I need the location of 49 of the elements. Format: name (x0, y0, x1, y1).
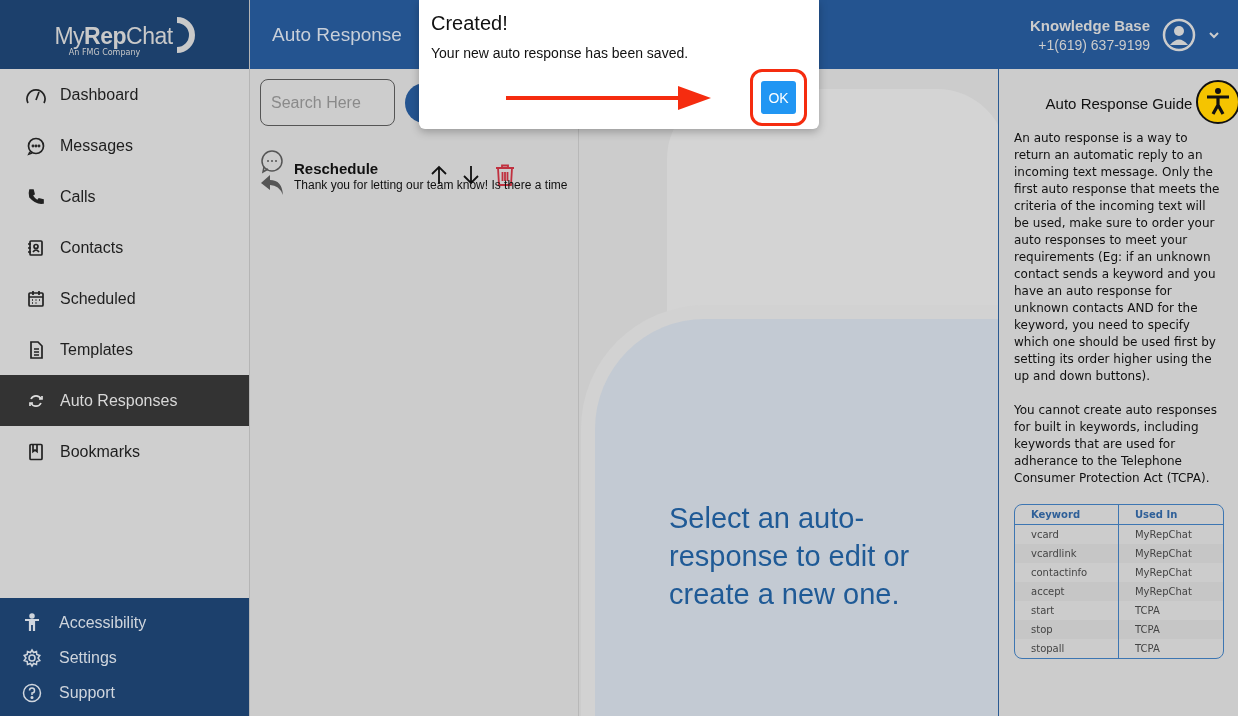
table-cell-text: start (1030, 604, 1056, 618)
book-icon (26, 441, 46, 462)
dialog-title: Created! (431, 12, 509, 35)
table-cell-text: contactinfo (1030, 566, 1089, 580)
account-phone: +1(619) 637-9199 (1038, 36, 1150, 53)
account-name: Knowledge Base (1029, 16, 1150, 34)
table-cell: TCPA (1118, 639, 1223, 658)
response-name[interactable]: Reschedule (294, 159, 379, 177)
phone-icon (26, 186, 46, 207)
sidebar-item[interactable]: Auto Responses (0, 375, 249, 426)
chevron-down-icon[interactable] (1208, 30, 1220, 39)
settings-icon (22, 648, 42, 668)
sidebar-item[interactable]: Messages (0, 120, 249, 171)
sidebar-footer-item[interactable]: Support (0, 680, 249, 706)
sidebar-item[interactable]: Calls (0, 171, 249, 222)
table-cell-text: stopall (1030, 642, 1066, 656)
chat-bubble-icon (260, 150, 284, 174)
help-icon (22, 683, 42, 703)
table-cell: MyRepChat (1118, 582, 1223, 601)
table-cell: stop (1015, 620, 1118, 639)
calendar-icon (26, 288, 46, 309)
empty-state-message: Select an auto-response to edit or create a new one. (669, 501, 911, 612)
sidebar-item[interactable]: Templates (0, 324, 249, 375)
chat-icon (26, 135, 46, 156)
brand-logo: MyRepChat An FMG Company (0, 0, 249, 69)
table-cell: TCPA (1118, 620, 1223, 639)
sidebar-footer-item[interactable]: Accessibility (0, 610, 249, 636)
sidebar-item[interactable]: Scheduled (0, 273, 249, 324)
accessibility-icon[interactable] (1196, 80, 1238, 124)
table-cell: MyRepChat (1118, 544, 1223, 563)
search-field[interactable]: Search Here (260, 79, 395, 126)
sidebar-item[interactable]: Contacts (0, 222, 249, 273)
table-cell: accept (1015, 582, 1118, 601)
guide-paragraph: An auto response is a way to return an automatic reply to an incoming text message. Only the first auto response that meets the criteria of the incoming text will be used, make sure to order your auto responses to meet your requirements (Eg: if an unknown contact sends a keyword and you have an auto response for unknown contacts AND for the keyword, you need to specify which one should be used first by setting its order higher using the up and down buttons). (1014, 130, 1221, 385)
sidebar-item[interactable]: Dashboard (0, 69, 249, 120)
contacts-icon (26, 237, 46, 258)
column-header: Used In (1118, 505, 1223, 525)
guide-paragraph: You cannot create auto responses for built in keywords, including keywords that are used for adherance to the Telephone Consumer Protection Act (TCPA). (1014, 402, 1218, 487)
dialog-message: Your new auto response has been saved. (431, 45, 690, 61)
guide-title: Auto Response Guide (1044, 95, 1194, 112)
column-header: Keyword (1015, 505, 1118, 525)
table-cell: vcardlink (1015, 544, 1118, 563)
page-title: Auto Response (272, 23, 402, 46)
table-cell-text: vcard (1030, 528, 1060, 542)
sidebar-footer-item[interactable]: Settings (0, 645, 249, 671)
avatar-icon[interactable] (1162, 17, 1196, 52)
sidebar-item[interactable]: Bookmarks (0, 426, 249, 477)
person-icon (22, 613, 42, 633)
reply-icon (260, 174, 284, 196)
